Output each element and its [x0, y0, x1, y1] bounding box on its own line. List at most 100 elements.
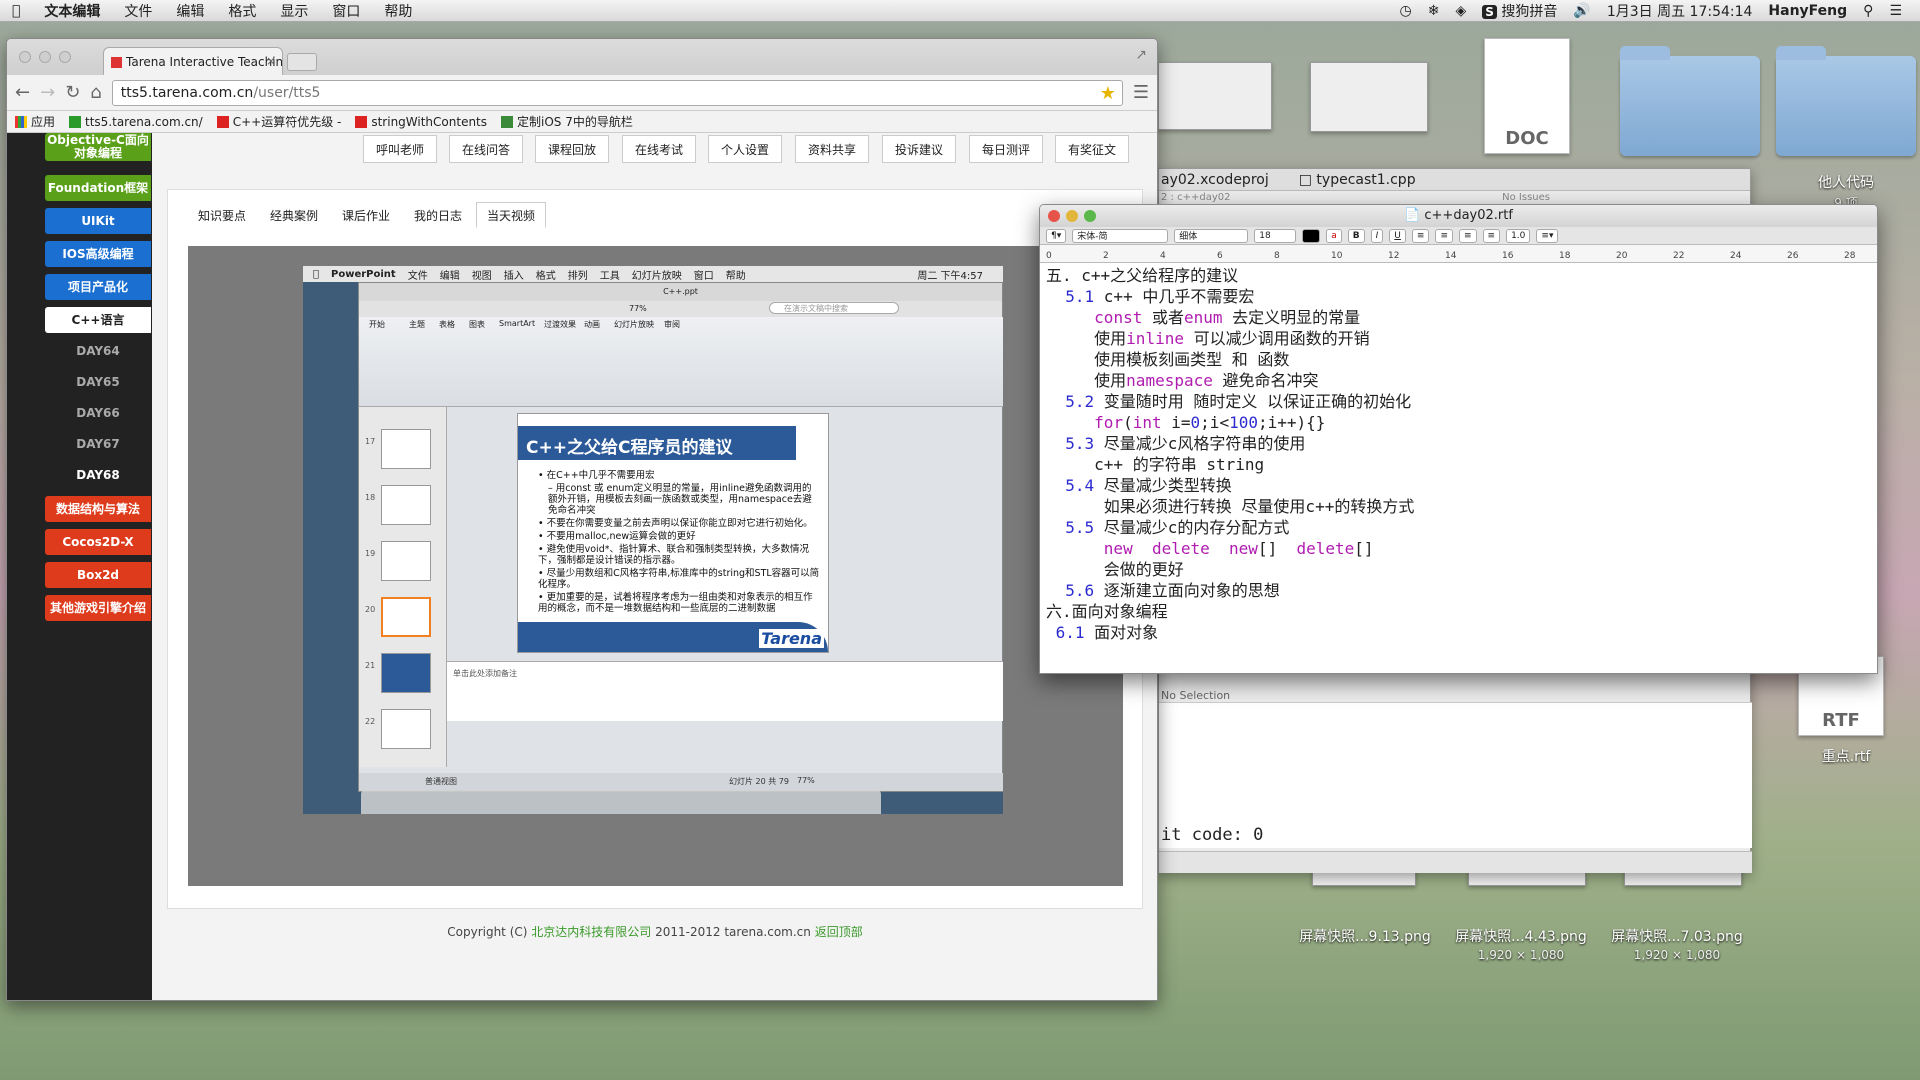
menu-view[interactable]: 显示 — [268, 1, 320, 21]
video-player[interactable]:  PowerPoint 文件 编辑 视图 插入 格式 排列 工具 幻灯片放映 … — [188, 246, 1123, 886]
back-icon[interactable]: ← — [15, 82, 30, 103]
folder-icon[interactable] — [1620, 46, 1760, 156]
home-icon[interactable]: ⌂ — [90, 82, 101, 103]
back-to-top-link[interactable]: 返回顶部 — [815, 925, 863, 939]
clock[interactable]: 1月3日 周五 17:54:14 — [1607, 1, 1753, 21]
text-line[interactable]: 5.3 尽量减少c风格字符串的使用 — [1046, 433, 1873, 454]
list-style-select[interactable]: ≡▾ — [1536, 228, 1559, 243]
text-line[interactable]: 六.面向对象编程 — [1046, 601, 1873, 622]
footer-company-link[interactable]: 北京达内科技有限公司 — [531, 925, 651, 939]
paragraph-style-select[interactable]: ¶▾ — [1046, 228, 1067, 243]
forward-icon[interactable]: → — [40, 82, 55, 103]
menu-app[interactable]: 文本编辑 — [32, 1, 112, 21]
bluetooth-icon[interactable]: ❄ — [1428, 3, 1440, 19]
menu-icon[interactable]: ☰ — [1133, 82, 1149, 103]
text-line[interactable]: const 或者enum 去定义明显的常量 — [1046, 307, 1873, 328]
text-line[interactable]: 如果必须进行转换 尽量使用c++的转换方式 — [1046, 496, 1873, 517]
tab-key-points[interactable]: 知识要点 — [198, 202, 246, 228]
doc-file-icon[interactable]: DOC — [1484, 38, 1570, 154]
text-line[interactable]: 5.5 尽量减少c的内存分配方式 — [1046, 517, 1873, 538]
sidebar-item-uikit[interactable]: UIKit — [45, 208, 151, 234]
bookmark-star-icon[interactable]: ★ — [1100, 83, 1116, 104]
screenshot-label[interactable]: 屏幕快照...9.13.png — [1290, 926, 1440, 946]
bookmark-item[interactable]: C++运算符优先级 - — [216, 113, 341, 130]
sidebar-item-day68[interactable]: DAY68 — [45, 462, 151, 488]
nav-call-teacher[interactable]: 呼叫老师 — [363, 135, 438, 163]
align-center-icon[interactable]: ≡ — [1435, 228, 1453, 243]
menu-file[interactable]: 文件 — [112, 1, 164, 21]
text-line[interactable]: for(int i=0;i<100;i++){} — [1046, 412, 1873, 433]
nav-online-qa[interactable]: 在线问答 — [449, 135, 524, 163]
apple-icon[interactable]:  — [0, 3, 32, 19]
sidebar-item-other-engines[interactable]: 其他游戏引擎介绍 — [45, 595, 151, 621]
document-text[interactable]: 五. c++之父给程序的建议 5.1 c++ 中几乎不需要宏 const 或者e… — [1046, 265, 1873, 643]
tab-classic-cases[interactable]: 经典案例 — [270, 202, 318, 228]
underline-button[interactable]: U — [1389, 228, 1406, 243]
textedit-window[interactable]: 📄 c++day02.rtf ¶▾ 宋体-简 细体 18 a B I U ≡ ≡… — [1039, 204, 1878, 674]
folder-label[interactable]: 他人代码 — [1776, 172, 1916, 192]
highlight-color-swatch[interactable]: a — [1326, 228, 1342, 243]
sidebar-item-day67[interactable]: DAY67 — [45, 431, 151, 457]
text-line[interactable]: c++ 的字符串 string — [1046, 454, 1873, 475]
nav-online-exam[interactable]: 在线考试 — [622, 135, 697, 163]
new-tab-button[interactable] — [287, 53, 317, 71]
sidebar-item-box2d[interactable]: Box2d — [45, 562, 151, 588]
sidebar-item-day64[interactable]: DAY64 — [45, 338, 151, 364]
sidebar-item-ios-advanced[interactable]: IOS高级编程 — [45, 241, 151, 267]
sidebar-item-cocos2dx[interactable]: Cocos2D-X — [45, 529, 151, 555]
minimize-button[interactable] — [1066, 210, 1078, 222]
bookmark-item[interactable]: tts5.tarena.com.cn/ — [69, 115, 203, 129]
text-line[interactable]: 6.1 面对对象 — [1046, 622, 1873, 643]
screenshot-label[interactable]: 屏幕快照...7.03.png — [1602, 926, 1752, 946]
align-right-icon[interactable]: ≡ — [1458, 228, 1477, 243]
video-frame[interactable]:  PowerPoint 文件 编辑 视图 插入 格式 排列 工具 幻灯片放映 … — [303, 266, 1003, 814]
menu-edit[interactable]: 编辑 — [164, 1, 216, 21]
desktop-thumbnail[interactable] — [1158, 62, 1272, 130]
zoom-button[interactable] — [1084, 210, 1096, 222]
xcode-tab-file[interactable]: □ typecast1.cpp — [1299, 172, 1416, 188]
text-line[interactable]: 使用namespace 避免命名冲突 — [1046, 370, 1873, 391]
font-family-select[interactable]: 宋体-简 — [1072, 228, 1169, 243]
address-bar[interactable]: tts5.tarena.com.cn/user/tts5 ★ — [111, 79, 1123, 106]
close-button[interactable] — [1048, 210, 1060, 222]
screenshot-label[interactable]: 屏幕快照...4.43.png — [1446, 926, 1596, 946]
nav-course-replay[interactable]: 课程回放 — [535, 135, 610, 163]
bookmark-item[interactable]: stringWithContents — [355, 115, 487, 129]
sidebar-item-foundation[interactable]: Foundation框架 — [45, 175, 151, 201]
close-button[interactable] — [19, 51, 31, 63]
text-line[interactable]: 5.6 逐渐建立面向对象的思想 — [1046, 580, 1873, 601]
align-left-icon[interactable]: ≡ — [1411, 228, 1430, 243]
wifi-icon[interactable]: ◈ — [1456, 3, 1467, 19]
rtf-file-label[interactable]: 重点.rtf — [1776, 746, 1916, 766]
nav-resource-share[interactable]: 资料共享 — [795, 135, 870, 163]
text-line[interactable]: 5.1 c++ 中几乎不需要宏 — [1046, 286, 1873, 307]
text-editor-body[interactable]: 五. c++之父给程序的建议 5.1 c++ 中几乎不需要宏 const 或者e… — [1040, 263, 1877, 673]
minimize-button[interactable] — [39, 51, 51, 63]
user-name[interactable]: HanyFeng — [1768, 3, 1847, 19]
volume-icon[interactable]: 🔊 — [1573, 3, 1590, 19]
align-justify-icon[interactable]: ≡ — [1482, 228, 1501, 243]
text-line[interactable]: 五. c++之父给程序的建议 — [1046, 265, 1873, 286]
browser-tab[interactable]: Tarena Interactive Teachin × — [103, 47, 283, 75]
folder-icon[interactable] — [1776, 46, 1916, 156]
sidebar-item-cpp[interactable]: C++语言 — [45, 307, 151, 333]
zoom-button[interactable] — [59, 51, 71, 63]
nav-complaints[interactable]: 投诉建议 — [882, 135, 957, 163]
nav-daily-test[interactable]: 每日测评 — [969, 135, 1044, 163]
text-line[interactable]: 使用模板刻画类型 和 函数 — [1046, 349, 1873, 370]
text-line[interactable]: 5.4 尽量减少类型转换 — [1046, 475, 1873, 496]
spotlight-icon[interactable]: ⚲ — [1863, 3, 1873, 19]
tab-today-video[interactable]: 当天视频 — [476, 202, 547, 228]
nav-personal-settings[interactable]: 个人设置 — [708, 135, 783, 163]
bookmark-item[interactable]: 定制iOS 7中的导航栏 — [501, 113, 633, 130]
nav-essay-contest[interactable]: 有奖征文 — [1055, 135, 1130, 163]
desktop-thumbnail[interactable] — [1310, 62, 1428, 132]
bookmark-apps[interactable]: 应用 — [15, 113, 55, 130]
text-line[interactable]: 5.2 变量随时用 随时定义 以保证正确的初始化 — [1046, 391, 1873, 412]
text-line[interactable]: new delete new[] delete[] — [1046, 538, 1873, 559]
menu-window[interactable]: 窗口 — [320, 1, 372, 21]
sidebar-item-day65[interactable]: DAY65 — [45, 369, 151, 395]
bold-button[interactable]: B — [1347, 228, 1365, 243]
xcode-tab-project[interactable]: ay02.xcodeproj — [1161, 172, 1269, 188]
time-machine-icon[interactable]: ◷ — [1400, 3, 1412, 19]
